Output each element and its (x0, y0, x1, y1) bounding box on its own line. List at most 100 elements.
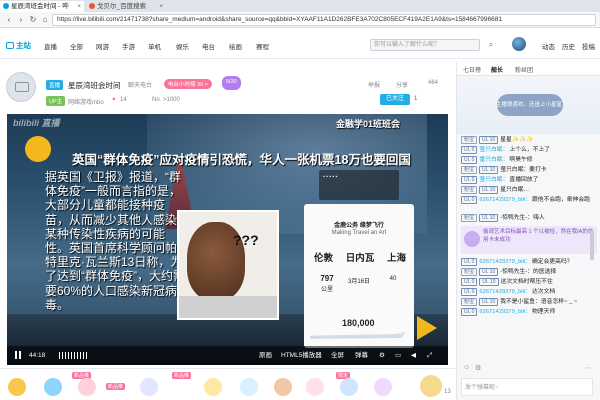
gift-notice-text: 偷观艺术目标最高 1 个以被检，然在我IA的信用卡未成功 (483, 229, 594, 243)
url-input[interactable]: https://live.bilibili.com/21471738?share… (52, 14, 596, 26)
message-text: 达次文档 (531, 289, 556, 295)
chat-message-list[interactable]: 粉宝 UL 10 星星✨✨✨ UL 0 萤只白眠：上个么，不上了 UL 0 雷只白眠：啊… (457, 136, 600, 352)
danmaku-button[interactable]: 弹幕 (355, 350, 368, 361)
gift-item[interactable] (274, 378, 292, 396)
share-button[interactable]: 分享 (396, 80, 408, 89)
danmaku-settings-icon[interactable]: ⚙ (379, 350, 385, 361)
refresh-icon[interactable]: ↻ (28, 15, 38, 25)
task-badge[interactable]: 0/30 (222, 76, 241, 90)
gift-item[interactable] (204, 378, 222, 396)
live-tag: 直播 (46, 80, 64, 90)
meme-shirt (179, 296, 277, 318)
nav-item-schedule[interactable]: 赛程 (256, 41, 269, 51)
ticket-unit: 公里 (320, 287, 333, 293)
video-player[interactable]: bilibili 直播 金融学01班班会 英国“群体免疫”应对疫情引恐慌，华人一… (7, 114, 448, 365)
pause-icon[interactable] (15, 351, 21, 359)
username[interactable]: 62671429379_bili： (479, 289, 531, 295)
user-level: UL 10 (479, 278, 499, 286)
gift-item[interactable] (306, 378, 324, 396)
gift-badge: 新品推 (172, 372, 192, 379)
volume-icon[interactable]: ◀ (411, 350, 416, 361)
gift-item[interactable] (140, 378, 158, 396)
chat-message: UL 0 62671429379_bili：物理天师 (461, 308, 595, 316)
username[interactable]: 萤只白眠： (479, 147, 508, 153)
message-text: 跟他不会跑，牵伸会跑 (531, 197, 590, 203)
room-area[interactable]: 聊天电台 (128, 80, 152, 89)
hour-rank-badge[interactable]: 电台小时榜 30 > (164, 79, 212, 89)
chat-message: UL 0 62671429379_bili：跟他不会跑，牵伸会跑 (461, 196, 595, 212)
rank-text: No. >1000 (152, 97, 180, 103)
gift-item[interactable] (8, 378, 26, 396)
username[interactable]: 萤只白眠： (479, 177, 508, 183)
user-level: UL 0 (461, 176, 478, 184)
chat-message: UL 0 62671429379_bili：确定会更高吗？ (461, 258, 595, 266)
gift-item[interactable] (340, 378, 358, 396)
viewer-count: 464 (428, 80, 439, 86)
user-level: UL 10 (479, 186, 499, 194)
username[interactable]: 雷只白眠： (479, 157, 508, 163)
meme-question-marks: ??? (233, 232, 259, 248)
home-icon[interactable]: ⌂ (40, 15, 50, 25)
close-tab-icon[interactable]: × (77, 1, 81, 12)
browser-tab-active[interactable]: 星辰湾班会时间 - 哔 × (0, 1, 84, 12)
fullscreen-button[interactable]: 全屏 (331, 350, 344, 361)
screen-icon[interactable]: ▭ (395, 350, 401, 361)
report-button[interactable]: 举报 (368, 80, 380, 89)
nav-history[interactable]: 历史 (562, 41, 575, 51)
player-type-button[interactable]: HTML5播放器 (281, 350, 322, 361)
gift-item[interactable] (78, 378, 96, 396)
nav-item-all[interactable]: 全部 (70, 41, 83, 51)
fan-medal: 粉宝 (461, 268, 478, 276)
message-text: -惊鸭先生-：的医选择 (500, 269, 557, 275)
close-tab-icon[interactable]: × (159, 1, 163, 12)
gift-item[interactable] (240, 378, 258, 396)
more-icon[interactable]: ⋯ (585, 364, 592, 372)
nav-item-painting[interactable]: 绘画 (229, 41, 242, 51)
tab-weekly-rank[interactable]: 七日榜 (463, 65, 481, 74)
nav-item-radio[interactable]: 电台 (202, 41, 215, 51)
browser-tab-inactive[interactable]: 戈贝尔_百度搜索 × (86, 1, 166, 12)
back-icon[interactable]: ‹ (4, 15, 14, 25)
play-arrow-icon (417, 316, 437, 340)
message-text: 确定会更高吗？ (531, 259, 573, 265)
overlay-card-line: ▪ ▪ ▪ ▪ ▪ (323, 174, 338, 180)
fan-medal: 粉宝 (461, 186, 478, 194)
home-link[interactable]: 主站 (6, 40, 31, 51)
username[interactable]: 62671429379_bili： (479, 309, 531, 315)
gift-item[interactable] (374, 378, 392, 396)
yellow-dot-icon (25, 136, 51, 162)
settings-icon[interactable]: ⚙ (475, 364, 481, 372)
gift-package[interactable] (420, 375, 442, 397)
tab-captain[interactable]: 舰长 (491, 65, 503, 74)
gift-item[interactable] (44, 378, 62, 396)
chat-scrollbar[interactable] (590, 230, 594, 260)
nav-item-live[interactable]: 直播 (44, 41, 57, 51)
quality-button[interactable]: 原画 (259, 350, 272, 361)
nav-item-single-player[interactable]: 单机 (148, 41, 161, 51)
nav-item-entertainment[interactable]: 娱乐 (176, 41, 189, 51)
user-avatar[interactable] (512, 37, 526, 51)
search-input[interactable]: 你可以输入了解什么呢？ (370, 39, 480, 51)
search-icon[interactable]: ⌕ (484, 39, 498, 51)
forward-icon[interactable]: › (16, 15, 26, 25)
streamer-avatar[interactable] (6, 72, 36, 102)
username[interactable]: 62671429379_bili： (479, 259, 531, 265)
tab-fans[interactable]: 粉丝团 (515, 65, 533, 74)
nav-upload[interactable]: 投稿 (582, 41, 595, 51)
gift-notice-icon (464, 231, 480, 247)
chat-banner: 主播很喜欢，还送上小星星 (457, 76, 600, 134)
follow-button[interactable]: 已关注 (380, 94, 410, 105)
username[interactable]: 62671429379_bili： (479, 197, 531, 203)
nav-item-pc-games[interactable]: 网游 (96, 41, 109, 51)
nav-dynamic[interactable]: 动态 (542, 41, 555, 51)
emoji-icon[interactable]: ☺ (463, 364, 470, 371)
overlay-card: ▪ ▪ ▪ ▪ ▪ (319, 170, 399, 200)
bilibili-watermark: bilibili 直播 (13, 118, 60, 128)
meme-image: ??? (177, 210, 279, 320)
user-level: UL 0 (461, 156, 478, 164)
chat-input[interactable]: 发个弹幕呢~ (461, 378, 593, 396)
ticket-cities: 伦敦 日内瓦 上海 (314, 250, 406, 264)
chat-message: 粉宝 UL 10 -惊鸭先生-：的医选择 (461, 268, 595, 276)
expand-icon[interactable]: ⤢ (427, 350, 432, 361)
nav-item-mobile-games[interactable]: 手游 (122, 41, 135, 51)
